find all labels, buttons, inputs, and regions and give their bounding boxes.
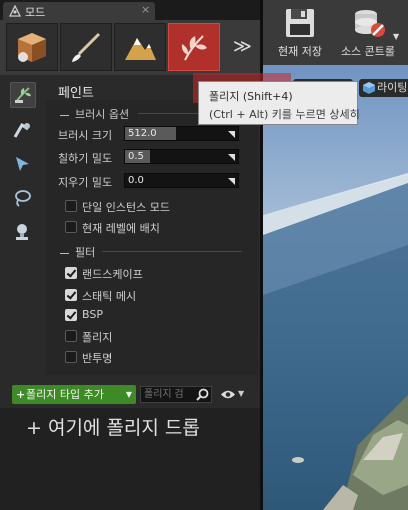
brush-size-value: 512.0 <box>128 128 157 139</box>
save-current-label: 현재 저장 <box>278 45 322 58</box>
settings-area: 브러시 옵션 브러시 크기 512.0 칠하기 밀도 0.5 지우기 밀도 0.… <box>46 100 258 375</box>
single-instance-label: 단일 인스턴스 모드 <box>82 201 170 214</box>
search-icon[interactable] <box>196 388 209 401</box>
save-icon <box>286 9 314 37</box>
tooltip-description: (Ctrl + Alt) 키를 누르면 상세히 <box>209 108 360 121</box>
close-icon[interactable]: × <box>141 3 150 16</box>
mode-place-button[interactable] <box>6 23 58 71</box>
erase-density-field[interactable]: 0.0 <box>124 173 239 188</box>
add-foliage-type-button[interactable]: + 폴리지 타입 추가 ▼ <box>12 385 136 404</box>
paintbrush-icon <box>72 32 101 62</box>
tooltip-title: 폴리지 (Shift+4) <box>209 90 293 103</box>
filter-header[interactable]: 필터 <box>60 244 95 260</box>
viewport-scene <box>263 65 408 510</box>
lit-cube-icon <box>363 82 375 94</box>
add-foliage-type-label: 폴리지 타입 추가 <box>26 388 104 401</box>
brush-options-header[interactable]: 브러시 옵션 <box>60 106 129 122</box>
cube-box-icon <box>18 33 46 62</box>
divider <box>102 251 242 252</box>
modes-icon <box>9 5 21 17</box>
level-viewport[interactable]: 라이팅 <box>263 65 408 510</box>
tool-fill-button[interactable] <box>10 220 36 246</box>
eye-icon[interactable] <box>220 389 236 400</box>
mountain-icon <box>125 38 156 60</box>
reset-arrow-icon[interactable] <box>226 129 236 139</box>
tool-select-button[interactable] <box>10 152 36 178</box>
source-control-icon <box>355 10 385 37</box>
lasso-icon <box>15 190 31 207</box>
main-toolbar: 현재 저장 소스 콘트롤 ▼ <box>263 0 408 65</box>
tool-paint-button[interactable] <box>10 82 36 108</box>
lighting-label: 라이팅 <box>377 81 408 94</box>
filter-label: 필터 <box>75 246 96 259</box>
paint-density-label: 칠하기 밀도 <box>58 152 113 165</box>
source-control-label: 소스 콘트롤 <box>340 45 396 58</box>
filter-static-mesh-checkbox[interactable] <box>65 289 77 301</box>
tab-modes[interactable]: 모드 × <box>3 2 155 20</box>
tab-bar: 모드 × <box>0 0 261 20</box>
filter-foliage-label: 폴리지 <box>82 331 113 344</box>
foliage-type-bar: + 폴리지 타입 추가 ▼ ▼ <box>6 383 258 407</box>
erase-density-label: 지우기 밀도 <box>58 176 113 189</box>
tool-lasso-button[interactable] <box>10 186 36 212</box>
tooltip: 폴리지 (Shift+4) (Ctrl + Alt) 키를 누르면 상세히 <box>198 81 360 125</box>
tool-reapply-button[interactable] <box>10 118 36 144</box>
mode-paint-button[interactable] <box>60 23 112 71</box>
filter-landscape-checkbox[interactable] <box>65 267 77 279</box>
chevron-down-icon[interactable]: ▼ <box>393 32 399 41</box>
brush-size-label: 브러시 크기 <box>58 129 113 142</box>
filter-foliage-checkbox[interactable] <box>65 330 77 342</box>
chevron-down-icon: ▼ <box>125 390 132 399</box>
filter-bsp-label: BSP <box>82 308 103 321</box>
mode-foliage-button[interactable] <box>168 23 220 71</box>
reapply-icon <box>13 122 30 138</box>
more-modes-button[interactable]: ≫ <box>233 36 252 57</box>
reset-arrow-icon[interactable] <box>226 176 236 186</box>
paint-density-value: 0.5 <box>128 151 144 162</box>
settings-title: 페인트 <box>58 86 94 101</box>
plus-icon: + <box>16 388 26 401</box>
current-level-checkbox[interactable] <box>65 221 77 233</box>
filter-static-mesh-label: 스태틱 메시 <box>82 290 137 303</box>
mode-toolbar: ≫ <box>0 20 261 75</box>
current-level-label: 현재 레벨에 배치 <box>82 222 160 235</box>
brush-size-field[interactable]: 512.0 <box>124 126 239 141</box>
select-arrow-icon <box>16 157 29 171</box>
chevron-down-icon[interactable]: ▼ <box>238 389 244 398</box>
tool-column <box>4 78 44 248</box>
tab-title: 모드 <box>25 6 46 19</box>
erase-density-value: 0.0 <box>128 175 144 186</box>
mode-landscape-button[interactable] <box>114 23 166 71</box>
lighting-mode-button[interactable]: 라이팅 <box>359 79 408 97</box>
filter-landscape-label: 랜드스케이프 <box>82 268 143 281</box>
foliage-drop-area[interactable]: + 여기에 폴리지 드롭 <box>0 408 261 510</box>
reset-arrow-icon[interactable] <box>226 152 236 162</box>
paint-foliage-icon <box>15 87 31 103</box>
filter-bsp-checkbox[interactable] <box>65 309 77 321</box>
source-control-button[interactable]: 소스 콘트롤 <box>335 2 401 62</box>
filter-translucent-checkbox[interactable] <box>65 351 77 363</box>
filter-translucent-label: 반투명 <box>82 352 113 365</box>
drop-hint: + 여기에 폴리지 드롭 <box>26 417 200 439</box>
save-current-button[interactable]: 현재 저장 <box>267 2 333 62</box>
paint-density-field[interactable]: 0.5 <box>124 149 239 164</box>
fill-icon <box>16 224 28 240</box>
brush-options-label: 브러시 옵션 <box>75 108 130 121</box>
leaf-icon <box>181 35 207 61</box>
single-instance-checkbox[interactable] <box>65 200 77 212</box>
